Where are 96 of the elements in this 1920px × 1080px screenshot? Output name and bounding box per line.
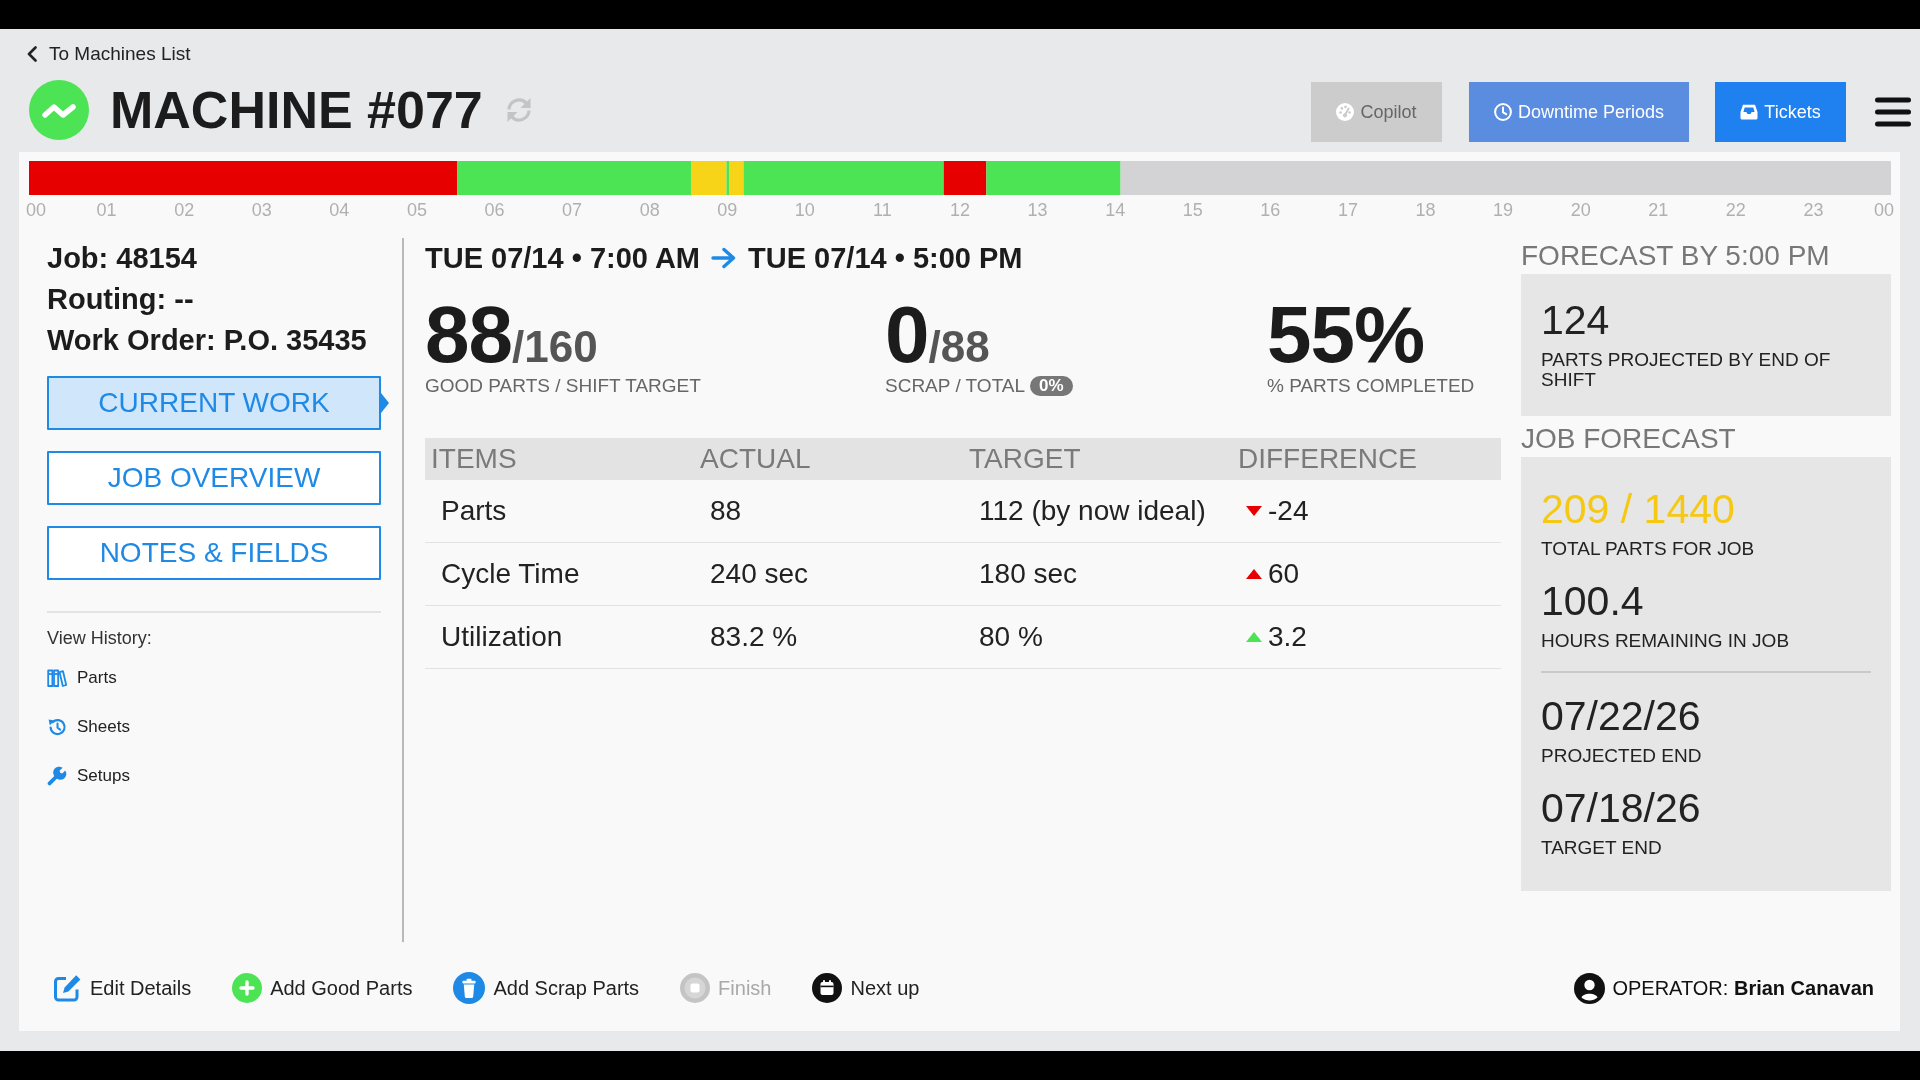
hour-label: 04 xyxy=(329,200,350,220)
gauge-icon xyxy=(1336,103,1355,121)
edit-icon xyxy=(52,973,82,1003)
metric-value: 88 xyxy=(425,295,512,375)
column-header: DIFFERENCE xyxy=(1237,442,1418,476)
hour-label: 07 xyxy=(562,200,583,220)
nav-button[interactable]: NOTES & FIELDS xyxy=(47,526,381,580)
nav-button[interactable]: JOB OVERVIEW xyxy=(47,451,381,505)
metric-value: 55% xyxy=(1267,295,1425,375)
table-cell-text: Utilization xyxy=(440,620,564,654)
job-detail: Job: 48154 xyxy=(47,241,198,276)
stat-label: TARGET END xyxy=(1541,838,1663,858)
arrow-right-icon xyxy=(711,247,738,269)
hour-label: 10 xyxy=(794,200,815,220)
column-header: TARGET xyxy=(968,442,1082,476)
history-heading: View History: xyxy=(47,627,153,649)
stat-value: 209 / 1440 xyxy=(1541,486,1736,532)
wrench-icon xyxy=(47,766,67,786)
metric-total: /160 xyxy=(512,325,598,369)
job-detail: Work Order: P.O. 35435 xyxy=(47,323,368,358)
stat-value: 100.4 xyxy=(1541,578,1645,624)
tray-icon xyxy=(1740,104,1759,120)
job-detail: Routing: -- xyxy=(47,282,195,317)
hour-label: 08 xyxy=(639,200,660,220)
menu-icon[interactable] xyxy=(1875,97,1911,127)
shift-end: TUE 07/14 • 5:00 PM xyxy=(748,241,1023,276)
hour-label: 06 xyxy=(484,200,505,220)
hour-label: 13 xyxy=(1027,200,1048,220)
history-link[interactable]: Parts xyxy=(47,666,117,690)
header-button[interactable]: Tickets xyxy=(1715,82,1846,142)
metric-label: GOOD PARTS / SHIFT TARGET xyxy=(425,375,701,397)
table-cell: -24 xyxy=(1268,494,1309,528)
stop-icon xyxy=(680,973,711,1003)
hour-label: 20 xyxy=(1570,200,1591,220)
table-cell-text: 240 sec xyxy=(709,557,810,591)
stat-value: 124 xyxy=(1541,297,1611,343)
column-header: ITEMS xyxy=(430,442,518,476)
hour-label: 00 xyxy=(1873,200,1894,220)
back-link[interactable]: To Machines List xyxy=(27,42,191,66)
hour-label: 16 xyxy=(1260,200,1281,220)
hour-label: 15 xyxy=(1182,200,1203,220)
hour-label: 12 xyxy=(950,200,970,220)
metric-value: 0 xyxy=(885,295,929,375)
table-cell: 60 xyxy=(1268,557,1300,591)
hour-label: 02 xyxy=(174,200,195,220)
hour-label: 01 xyxy=(96,200,117,220)
hour-label: 22 xyxy=(1725,200,1746,220)
action-button[interactable]: Edit Details xyxy=(52,973,192,1003)
percent-badge: 0% xyxy=(1030,376,1073,396)
metric-label: % PARTS COMPLETED xyxy=(1267,375,1475,397)
stat-label: PROJECTED END xyxy=(1541,746,1703,766)
hour-label: 03 xyxy=(251,200,272,220)
trash-icon xyxy=(453,972,486,1004)
table-cell-text: 112 (by now ideal) xyxy=(978,494,1207,528)
hour-label: 14 xyxy=(1105,200,1126,220)
clock-icon xyxy=(1493,103,1512,121)
table-cell: 3.2 xyxy=(1268,620,1307,654)
action-button[interactable]: Next up xyxy=(812,973,920,1003)
stat-label: PARTS PROJECTED BY END OF SHIFT xyxy=(1541,350,1832,390)
table-cell-text: Cycle Time xyxy=(440,557,581,591)
hour-label: 00 xyxy=(26,200,47,220)
machine-title: MACHINE #077 xyxy=(110,80,483,140)
table-cell-text: 83.2 % xyxy=(709,620,799,654)
stat-value: 07/18/26 xyxy=(1541,785,1702,831)
column-header: ACTUAL xyxy=(699,442,812,476)
metric-total: /88 xyxy=(928,325,990,369)
calendar-icon xyxy=(812,973,843,1003)
shift-start: TUE 07/14 • 7:00 AM xyxy=(425,241,701,276)
hour-label: 09 xyxy=(717,200,738,220)
hour-label: 23 xyxy=(1803,200,1824,220)
stat-label: TOTAL PARTS FOR JOB xyxy=(1541,539,1756,559)
table-cell-text: Parts xyxy=(440,494,508,528)
table-cell-text: 80 % xyxy=(978,620,1044,654)
table-cell-text: 180 sec xyxy=(978,557,1079,591)
hour-label: 11 xyxy=(873,200,892,220)
stat-label: HOURS REMAINING IN JOB xyxy=(1541,631,1791,651)
history-link[interactable]: Setups xyxy=(47,764,130,788)
section-title: JOB FORECAST xyxy=(1521,422,1737,456)
history-icon xyxy=(47,717,67,737)
hour-label: 21 xyxy=(1648,200,1669,220)
table-cell-text: 88 xyxy=(709,494,743,528)
plus-icon xyxy=(232,973,263,1003)
books-icon xyxy=(47,668,67,688)
operator-label: OPERATOR: Brian Canavan xyxy=(1612,976,1874,1000)
hour-label: 19 xyxy=(1493,200,1514,220)
stat-value: 07/22/26 xyxy=(1541,693,1702,739)
action-button[interactable]: Add Scrap Parts xyxy=(453,972,640,1004)
section-title: FORECAST BY 5:00 PM xyxy=(1521,239,1831,273)
action-button[interactable]: Add Good Parts xyxy=(232,973,413,1003)
user-icon xyxy=(1574,972,1606,1004)
history-link[interactable]: Sheets xyxy=(47,715,130,739)
hour-label: 18 xyxy=(1415,200,1436,220)
chevron-left-icon xyxy=(27,46,37,62)
hour-label: 05 xyxy=(406,200,427,220)
hour-label: 17 xyxy=(1337,200,1358,220)
metric-label: SCRAP / TOTAL xyxy=(885,375,1026,397)
